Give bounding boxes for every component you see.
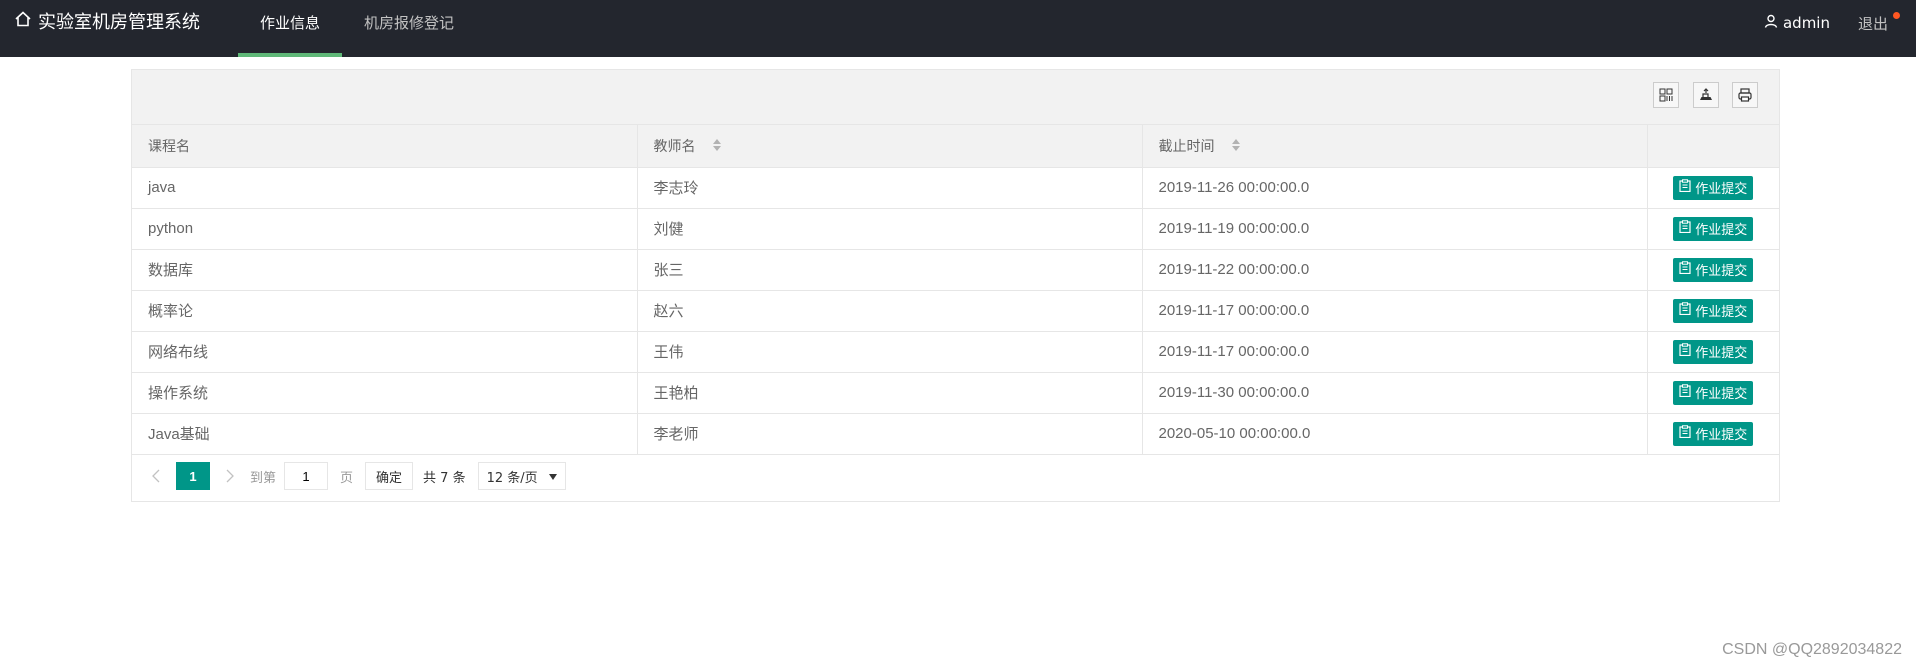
column-teacher-label: 教师名 bbox=[653, 138, 696, 155]
cell-course: 操作系统 bbox=[132, 372, 638, 414]
export-icon[interactable] bbox=[1693, 82, 1719, 108]
cell-course: 数据库 bbox=[132, 249, 638, 291]
cell-course: java bbox=[132, 167, 638, 209]
nav-homework-info[interactable]: 作业信息 bbox=[238, 0, 343, 57]
table-toolbar bbox=[132, 70, 1779, 125]
submit-homework-button[interactable]: 作业提交 bbox=[1673, 175, 1754, 200]
submit-homework-label: 作业提交 bbox=[1695, 223, 1748, 238]
submit-homework-label: 作业提交 bbox=[1695, 346, 1748, 361]
cell-deadline: 2019-11-30 00:00:00.0 bbox=[1142, 372, 1648, 414]
cell-deadline: 2019-11-19 00:00:00.0 bbox=[1142, 208, 1648, 250]
sort-icon[interactable] bbox=[1231, 138, 1241, 156]
submit-homework-button[interactable]: 作业提交 bbox=[1673, 298, 1754, 323]
cell-actions: 作业提交 bbox=[1647, 413, 1779, 455]
cell-teacher: 王艳柏 bbox=[637, 372, 1143, 414]
cell-course: 概率论 bbox=[132, 290, 638, 332]
submit-homework-button[interactable]: 作业提交 bbox=[1673, 339, 1754, 364]
columns-icon[interactable] bbox=[1653, 82, 1679, 108]
table-row: 网络布线 王伟 2019-11-17 00:00:00.0 作业提交 bbox=[132, 331, 1779, 373]
cell-course: 网络布线 bbox=[132, 331, 638, 373]
notification-dot bbox=[1893, 11, 1900, 19]
column-teacher[interactable]: 教师名 bbox=[637, 125, 1143, 168]
prev-page-icon[interactable] bbox=[146, 462, 166, 490]
column-deadline-label: 截止时间 bbox=[1158, 138, 1215, 155]
cell-course: Java基础 bbox=[132, 413, 638, 455]
cell-teacher: 李志玲 bbox=[637, 167, 1143, 209]
table-row: 数据库 张三 2019-11-22 00:00:00.0 作业提交 bbox=[132, 249, 1779, 291]
logout-link[interactable]: 退出 bbox=[1857, 11, 1900, 34]
submit-homework-label: 作业提交 bbox=[1695, 264, 1748, 279]
clipboard-icon bbox=[1679, 179, 1695, 196]
table-row: java 李志玲 2019-11-26 00:00:00.0 作业提交 bbox=[132, 167, 1779, 209]
user-icon bbox=[1764, 14, 1783, 32]
main-nav: 作业信息 机房报修登记 bbox=[238, 0, 476, 57]
confirm-button[interactable]: 确定 bbox=[365, 462, 414, 490]
submit-homework-button[interactable]: 作业提交 bbox=[1673, 380, 1754, 405]
app-title: 实验室机房管理系统 bbox=[38, 12, 200, 33]
page-unit-label: 页 bbox=[340, 470, 354, 486]
goto-label: 到第 bbox=[250, 470, 277, 486]
cell-teacher: 王伟 bbox=[637, 331, 1143, 373]
print-icon[interactable] bbox=[1732, 82, 1758, 108]
next-page-icon[interactable] bbox=[220, 462, 240, 490]
cell-course: python bbox=[132, 208, 638, 250]
cell-actions: 作业提交 bbox=[1647, 331, 1779, 373]
submit-homework-button[interactable]: 作业提交 bbox=[1673, 421, 1754, 446]
submit-homework-label: 作业提交 bbox=[1695, 305, 1748, 320]
cell-deadline: 2020-05-10 00:00:00.0 bbox=[1142, 413, 1648, 455]
current-page[interactable]: 1 bbox=[176, 462, 210, 490]
nav-repair-registration[interactable]: 机房报修登记 bbox=[342, 0, 476, 57]
clipboard-icon bbox=[1679, 302, 1695, 319]
cell-actions: 作业提交 bbox=[1647, 167, 1779, 209]
cell-deadline: 2019-11-26 00:00:00.0 bbox=[1142, 167, 1648, 209]
username: admin bbox=[1782, 14, 1830, 32]
home-icon bbox=[14, 0, 38, 46]
clipboard-icon bbox=[1679, 261, 1695, 278]
app-logo[interactable]: 实验室机房管理系统 bbox=[14, 0, 200, 46]
page-size-select[interactable]: 12 条/页 bbox=[477, 462, 566, 490]
homework-table-panel: 课程名 教师名 截止时间 java 李志玲 2019-11-26 00:00:00.… bbox=[131, 69, 1780, 502]
submit-homework-label: 作业提交 bbox=[1695, 428, 1748, 443]
user-menu[interactable]: admin bbox=[1764, 14, 1830, 32]
cell-teacher: 赵六 bbox=[637, 290, 1143, 332]
clipboard-icon bbox=[1679, 343, 1695, 360]
column-deadline[interactable]: 截止时间 bbox=[1142, 125, 1648, 168]
cell-actions: 作业提交 bbox=[1647, 249, 1779, 291]
table-header-row: 课程名 教师名 截止时间 bbox=[132, 125, 1779, 168]
homework-table: 课程名 教师名 截止时间 java 李志玲 2019-11-26 00:00:00.… bbox=[132, 125, 1779, 455]
clipboard-icon bbox=[1679, 425, 1695, 442]
submit-homework-button[interactable]: 作业提交 bbox=[1673, 257, 1754, 282]
goto-page-input[interactable] bbox=[284, 462, 329, 490]
dropdown-arrow-icon bbox=[548, 469, 557, 484]
table-row: 操作系统 王艳柏 2019-11-30 00:00:00.0 作业提交 bbox=[132, 372, 1779, 414]
cell-teacher: 李老师 bbox=[637, 413, 1143, 455]
sort-icon[interactable] bbox=[712, 138, 722, 156]
page-size-value: 12 条/页 bbox=[486, 470, 538, 486]
column-actions bbox=[1647, 125, 1779, 168]
total-count: 共 7 条 bbox=[423, 470, 466, 486]
logout-label: 退出 bbox=[1857, 14, 1888, 33]
watermark: CSDN @QQ2892034822 bbox=[1722, 641, 1902, 658]
column-course: 课程名 bbox=[132, 125, 638, 168]
clipboard-icon bbox=[1679, 384, 1695, 401]
cell-teacher: 张三 bbox=[637, 249, 1143, 291]
top-navbar: 实验室机房管理系统 作业信息 机房报修登记 admin 退出 bbox=[0, 0, 1916, 57]
column-course-label: 课程名 bbox=[148, 138, 190, 155]
cell-deadline: 2019-11-22 00:00:00.0 bbox=[1142, 249, 1648, 291]
submit-homework-button[interactable]: 作业提交 bbox=[1673, 216, 1754, 241]
table-row: 概率论 赵六 2019-11-17 00:00:00.0 作业提交 bbox=[132, 290, 1779, 332]
table-row: python 刘健 2019-11-19 00:00:00.0 作业提交 bbox=[132, 208, 1779, 250]
cell-deadline: 2019-11-17 00:00:00.0 bbox=[1142, 331, 1648, 373]
cell-deadline: 2019-11-17 00:00:00.0 bbox=[1142, 290, 1648, 332]
user-area: admin 退出 bbox=[1764, 0, 1900, 46]
submit-homework-label: 作业提交 bbox=[1695, 182, 1748, 197]
cell-actions: 作业提交 bbox=[1647, 290, 1779, 332]
cell-teacher: 刘健 bbox=[637, 208, 1143, 250]
table-row: Java基础 李老师 2020-05-10 00:00:00.0 作业提交 bbox=[132, 413, 1779, 455]
cell-actions: 作业提交 bbox=[1647, 372, 1779, 414]
submit-homework-label: 作业提交 bbox=[1695, 387, 1748, 402]
pagination: 1 到第 页 确定 共 7 条 12 条/页 bbox=[132, 455, 1779, 498]
clipboard-icon bbox=[1679, 220, 1695, 237]
cell-actions: 作业提交 bbox=[1647, 208, 1779, 250]
